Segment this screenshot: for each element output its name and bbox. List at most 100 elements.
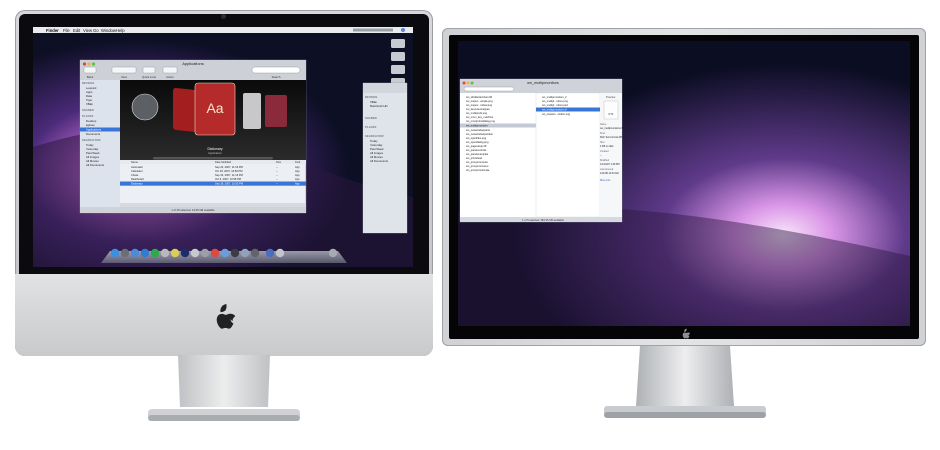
col-header-name[interactable]: Name bbox=[131, 160, 138, 164]
menu-window[interactable]: Window bbox=[101, 28, 117, 33]
coverflow-item-far-right[interactable] bbox=[265, 95, 287, 127]
sidebar-place-2[interactable]: Applications bbox=[86, 128, 102, 132]
col1-item[interactable]: wn_montprintsdialog.png bbox=[466, 119, 495, 123]
left-screen: Finder File Edit View Go Window Help App… bbox=[33, 27, 413, 267]
preview-header: Preview bbox=[606, 95, 615, 99]
dock-itunes-icon[interactable] bbox=[180, 248, 190, 258]
book-glyph: Aa bbox=[206, 100, 223, 116]
col-header-date[interactable]: Date Modified bbox=[215, 160, 232, 164]
col1-item-selected[interactable]: wn_multipmonitors bbox=[466, 124, 488, 128]
row-4-name: Dictionary bbox=[131, 182, 143, 186]
col1-item[interactable]: wn_sihalbottombar.rtfd bbox=[466, 95, 493, 99]
menu-app-name[interactable]: Finder bbox=[46, 28, 59, 33]
spotlight-icon[interactable] bbox=[401, 28, 405, 32]
search-input[interactable] bbox=[251, 66, 301, 74]
col1-item[interactable]: wn_inspec...ample.png bbox=[466, 99, 493, 103]
coverflow-item-right[interactable] bbox=[243, 93, 261, 129]
apple-logo-icon-display bbox=[682, 328, 691, 339]
dock-dashboard-icon[interactable] bbox=[120, 248, 130, 258]
dock-safari-icon[interactable] bbox=[140, 248, 150, 258]
sidebar-place-3[interactable]: Documents bbox=[86, 132, 101, 136]
col2-item[interactable]: wn_multipl...nitors.png bbox=[542, 99, 568, 103]
col-header-kind[interactable]: Kind bbox=[295, 160, 301, 164]
dock-iphoto-icon[interactable] bbox=[190, 248, 200, 258]
col2-item[interactable]: wn_multipl...nitors.psd bbox=[542, 103, 568, 107]
col1-item[interactable]: wn_panelcontrols bbox=[466, 148, 487, 152]
dock-ichat-icon[interactable] bbox=[150, 248, 160, 258]
dock-app-icon-2[interactable] bbox=[220, 248, 230, 258]
search-input-right[interactable] bbox=[463, 86, 515, 92]
menu-edit[interactable]: Edit bbox=[73, 28, 81, 33]
small-search-5[interactable]: All Documents bbox=[370, 159, 389, 163]
col1-item[interactable]: wn_proxyiconroute bbox=[466, 160, 488, 164]
row-1-size: -- bbox=[276, 170, 278, 173]
dock-trash-icon[interactable] bbox=[328, 248, 338, 258]
preview-val-size: 4 KB on disk bbox=[600, 145, 614, 148]
menu-view[interactable]: View bbox=[83, 28, 93, 33]
dock-system-prefs-icon[interactable] bbox=[250, 248, 260, 258]
menu-help[interactable]: Help bbox=[116, 28, 125, 33]
dock-app-icon[interactable] bbox=[210, 248, 220, 258]
col1-item[interactable]: wn_keynotersnippan bbox=[466, 107, 490, 111]
col1-item[interactable]: wn_proxyiconmenu bbox=[466, 164, 489, 168]
coverflow-item-chess[interactable] bbox=[131, 93, 159, 121]
col1-item[interactable]: wn_panelexamples bbox=[466, 152, 489, 156]
row-3-date: Oct 9, 2007, 10:55 PM bbox=[215, 177, 241, 181]
sidebar-place-1[interactable]: kglines bbox=[86, 123, 95, 127]
col1-item[interactable]: wn_newwindowparts bbox=[466, 128, 491, 132]
row-3-kind: App bbox=[295, 177, 300, 181]
small-device-1[interactable]: Macintosh HD bbox=[370, 104, 388, 108]
toolbar-label-action: Action bbox=[166, 75, 174, 79]
minimize-button[interactable] bbox=[87, 62, 91, 66]
small-places-header: PLACES bbox=[365, 125, 376, 129]
row-1-kind: App bbox=[295, 169, 300, 173]
col2-item[interactable]: wn_multipmonitors_2 bbox=[542, 95, 567, 99]
toolbar-label-back: Back bbox=[87, 75, 94, 79]
row-2-size: -- bbox=[276, 174, 278, 177]
dock-documents-stack-icon[interactable] bbox=[265, 248, 275, 258]
dock-mail-icon[interactable] bbox=[130, 248, 140, 258]
minimize-button-right[interactable] bbox=[466, 81, 470, 85]
quick-look-button[interactable] bbox=[142, 66, 156, 74]
col1-item[interactable]: wn_printsheet bbox=[466, 156, 482, 160]
view-buttons[interactable] bbox=[111, 66, 137, 74]
zoom-button-right[interactable] bbox=[470, 81, 474, 85]
menu-go[interactable]: Go bbox=[93, 28, 99, 33]
dock-terminal-icon[interactable] bbox=[230, 248, 240, 258]
toolbar-label-view: View bbox=[121, 75, 128, 79]
dock-preview-icon[interactable] bbox=[200, 248, 210, 258]
col1-item[interactable]: wn_mom_key_machine bbox=[466, 115, 494, 119]
more-info-link[interactable]: More info... bbox=[600, 179, 612, 182]
col2-item[interactable]: wn_newwin...osition.png bbox=[542, 112, 571, 116]
action-button[interactable] bbox=[162, 66, 178, 74]
sidebar-device-4[interactable]: XBak bbox=[86, 102, 93, 106]
row-4-date: Sep 28, 2007, 10:53 PM bbox=[215, 182, 243, 186]
close-button-right[interactable] bbox=[462, 81, 466, 85]
coverflow-scrollbar[interactable] bbox=[153, 157, 273, 160]
dock-timemachine-icon[interactable] bbox=[240, 248, 250, 258]
row-3-size: -- bbox=[276, 178, 278, 181]
preview-key-modified: Modified bbox=[600, 159, 610, 162]
row-0-kind: App bbox=[295, 165, 300, 169]
dock-address-book-icon[interactable] bbox=[160, 248, 170, 258]
back-button[interactable] bbox=[83, 66, 97, 74]
col1-item[interactable]: wn_opendialog.png bbox=[466, 140, 489, 144]
sidebar-search-5[interactable]: All Documents bbox=[86, 163, 105, 167]
zoom-button[interactable] bbox=[91, 62, 96, 66]
col1-item[interactable]: wn_newwindowposition bbox=[466, 132, 494, 136]
dock-ical-icon[interactable] bbox=[170, 248, 180, 258]
row-0-date: Sep 23, 2007, 11:16 PM bbox=[215, 165, 243, 169]
imac-stand bbox=[148, 355, 300, 421]
close-button[interactable] bbox=[82, 62, 87, 66]
dock-finder-icon[interactable] bbox=[110, 248, 120, 258]
dock-downloads-stack-icon[interactable] bbox=[275, 248, 285, 258]
col1-item[interactable]: wn_inspec...indow.png bbox=[466, 103, 493, 107]
col1-item[interactable]: wn_openfiles.png bbox=[466, 136, 487, 140]
col1-item[interactable]: wn_pagesetup.tiff bbox=[466, 144, 487, 148]
col2-item-selected[interactable]: wn_multipmonitors.rtf bbox=[542, 108, 567, 112]
preview-val-kind: Rich Text Format (RTF) bbox=[600, 136, 625, 139]
col1-item[interactable]: wn_multiprefs.png bbox=[466, 111, 488, 115]
col1-item[interactable]: wn_proxyiconsimple bbox=[466, 168, 490, 172]
col-header-size[interactable]: Size bbox=[276, 160, 282, 164]
menu-file[interactable]: File bbox=[63, 28, 70, 33]
